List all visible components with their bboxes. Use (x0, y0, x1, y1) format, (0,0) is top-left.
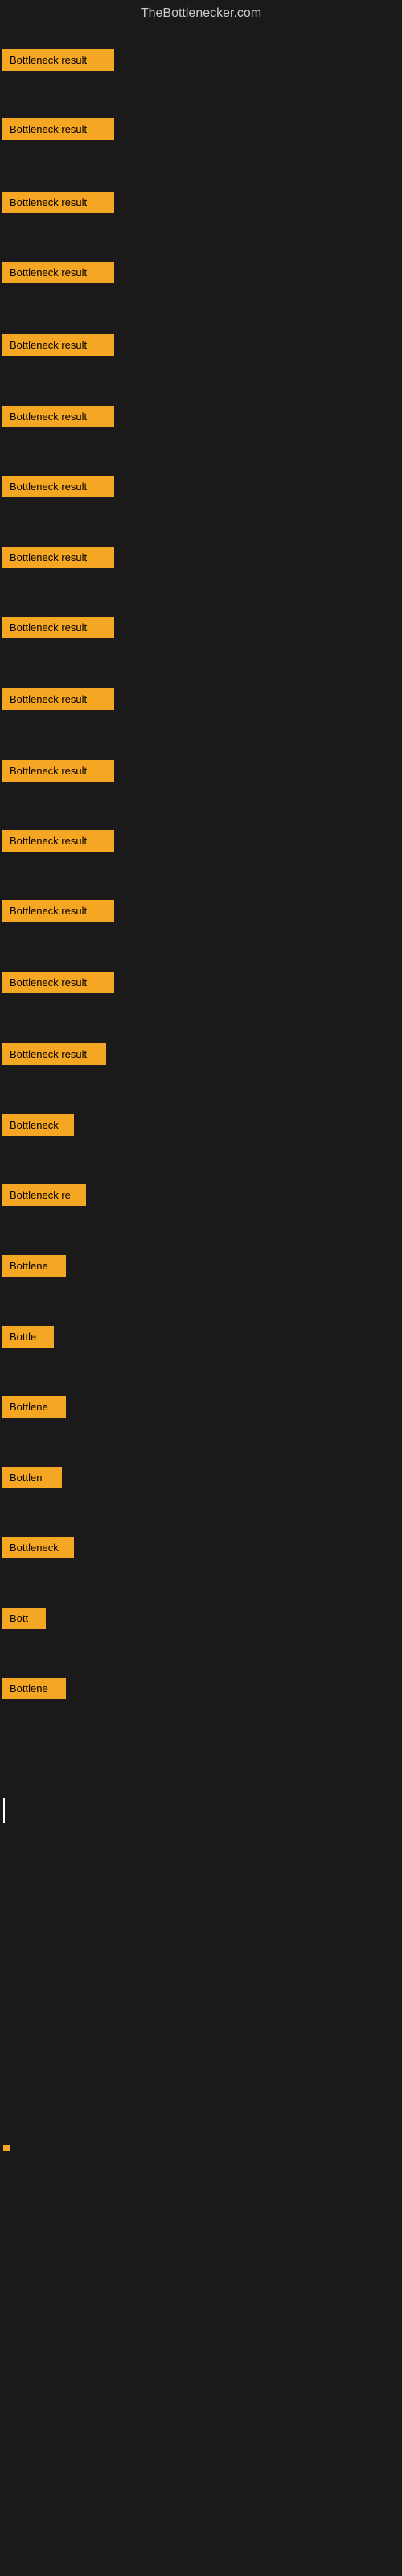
bottleneck-item-6[interactable]: Bottleneck result (2, 406, 114, 427)
bottleneck-item-21[interactable]: Bottlen (2, 1467, 62, 1488)
bottleneck-item-7[interactable]: Bottleneck result (2, 476, 114, 497)
bottleneck-item-2[interactable]: Bottleneck result (2, 118, 114, 140)
bottleneck-item-4[interactable]: Bottleneck result (2, 262, 114, 283)
bottleneck-item-14[interactable]: Bottleneck result (2, 972, 114, 993)
bottleneck-item-10[interactable]: Bottleneck result (2, 688, 114, 710)
bottleneck-item-11[interactable]: Bottleneck result (2, 760, 114, 782)
bottleneck-item-1[interactable]: Bottleneck result (2, 49, 114, 71)
bottleneck-item-5[interactable]: Bottleneck result (2, 334, 114, 356)
bottleneck-item-20[interactable]: Bottlene (2, 1396, 66, 1418)
small-marker (3, 2145, 10, 2151)
bottleneck-item-13[interactable]: Bottleneck result (2, 900, 114, 922)
site-title: TheBottlenecker.com (0, 0, 402, 27)
text-cursor (3, 1798, 5, 1823)
bottleneck-item-24[interactable]: Bottlene (2, 1678, 66, 1699)
bottleneck-item-17[interactable]: Bottleneck re (2, 1184, 86, 1206)
bottleneck-item-23[interactable]: Bott (2, 1608, 46, 1629)
bottleneck-item-16[interactable]: Bottleneck (2, 1114, 74, 1136)
bottleneck-item-9[interactable]: Bottleneck result (2, 617, 114, 638)
bottleneck-item-18[interactable]: Bottlene (2, 1255, 66, 1277)
bottleneck-item-8[interactable]: Bottleneck result (2, 547, 114, 568)
bottleneck-item-19[interactable]: Bottle (2, 1326, 54, 1348)
bottleneck-item-3[interactable]: Bottleneck result (2, 192, 114, 213)
bottleneck-item-22[interactable]: Bottleneck (2, 1537, 74, 1558)
bottleneck-item-15[interactable]: Bottleneck result (2, 1043, 106, 1065)
bottleneck-item-12[interactable]: Bottleneck result (2, 830, 114, 852)
